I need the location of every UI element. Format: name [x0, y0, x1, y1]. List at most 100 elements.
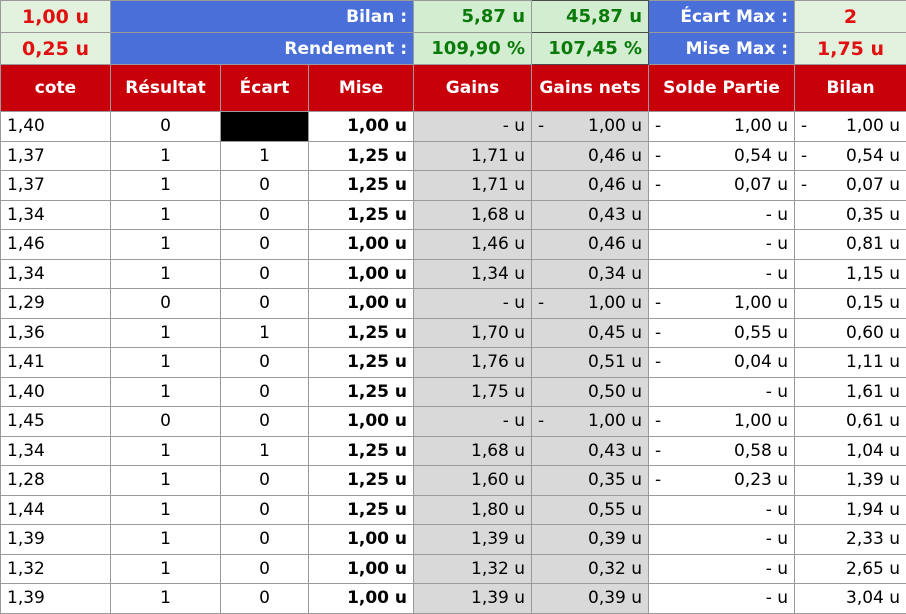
cell-mise[interactable]: 1,00 u: [307, 583, 415, 614]
cell-ecart[interactable]: 0: [220, 170, 309, 201]
cell-solde-partie[interactable]: - 0,54 u: [648, 140, 796, 171]
cell-gains-nets[interactable]: 0,55 u: [531, 494, 650, 525]
cell-cote[interactable]: 1,34: [0, 258, 111, 289]
cell-ecart[interactable]: 0: [220, 524, 309, 555]
cell-gains[interactable]: 1,68 u: [413, 435, 533, 466]
cell-cote[interactable]: 1,44: [0, 494, 111, 525]
cell-gains[interactable]: 1,39 u: [413, 583, 533, 614]
cell-ecart[interactable]: 0: [220, 288, 309, 319]
cell-solde-partie[interactable]: - 1,00 u: [648, 406, 796, 437]
summary-increment[interactable]: 0,25 u: [0, 32, 111, 65]
cell-resultat[interactable]: 1: [110, 170, 221, 201]
cell-gains-nets[interactable]: 0,45 u: [531, 317, 650, 348]
cell-solde-partie[interactable]: - 0,23 u: [648, 465, 796, 496]
cell-ecart[interactable]: 1: [220, 317, 309, 348]
cell-gains-nets[interactable]: 0,43 u: [531, 435, 650, 466]
cell-solde-partie[interactable]: - u: [648, 494, 796, 525]
cell-mise[interactable]: 1,25 u: [307, 465, 415, 496]
cell-mise[interactable]: 1,00 u: [307, 288, 415, 319]
cell-mise[interactable]: 1,25 u: [307, 494, 415, 525]
cell-resultat[interactable]: 1: [110, 465, 221, 496]
cell-resultat[interactable]: 1: [110, 583, 221, 614]
cell-bilan[interactable]: 2,33 u: [794, 524, 906, 555]
cell-cote[interactable]: 1,36: [0, 317, 111, 348]
cell-bilan[interactable]: 0,81 u: [794, 229, 906, 260]
cell-ecart[interactable]: 0: [220, 229, 309, 260]
cell-solde-partie[interactable]: - 1,00 u: [648, 288, 796, 319]
cell-cote[interactable]: 1,45: [0, 406, 111, 437]
cell-resultat[interactable]: 1: [110, 435, 221, 466]
cell-mise[interactable]: 1,25 u: [307, 435, 415, 466]
cell-bilan[interactable]: - 0,07 u: [794, 170, 906, 201]
cell-ecart[interactable]: 0: [220, 199, 309, 230]
cell-gains[interactable]: 1,71 u: [413, 140, 533, 171]
cell-cote[interactable]: 1,40: [0, 111, 111, 142]
cell-gains-nets[interactable]: 0,46 u: [531, 170, 650, 201]
cell-cote[interactable]: 1,32: [0, 553, 111, 584]
cell-cote[interactable]: 1,37: [0, 140, 111, 171]
cell-resultat[interactable]: 1: [110, 229, 221, 260]
cell-ecart[interactable]: 0: [220, 553, 309, 584]
cell-resultat[interactable]: 0: [110, 406, 221, 437]
cell-gains-nets[interactable]: 0,43 u: [531, 199, 650, 230]
cell-bilan[interactable]: 1,04 u: [794, 435, 906, 466]
cell-solde-partie[interactable]: - u: [648, 583, 796, 614]
cell-gains[interactable]: 1,76 u: [413, 347, 533, 378]
cell-gains[interactable]: 1,70 u: [413, 317, 533, 348]
cell-gains-nets[interactable]: - 1,00 u: [531, 406, 650, 437]
header-solde-partie[interactable]: Solde Partie: [648, 64, 796, 112]
bilan-value-2[interactable]: 45,87 u: [531, 0, 650, 33]
cell-cote[interactable]: 1,39: [0, 583, 111, 614]
cell-mise[interactable]: 1,00 u: [307, 553, 415, 584]
cell-mise[interactable]: 1,25 u: [307, 317, 415, 348]
header-resultat[interactable]: Résultat: [110, 64, 221, 112]
cell-solde-partie[interactable]: - u: [648, 199, 796, 230]
cell-cote[interactable]: 1,39: [0, 524, 111, 555]
cell-mise[interactable]: 1,25 u: [307, 376, 415, 407]
cell-ecart[interactable]: 1: [220, 140, 309, 171]
cell-gains[interactable]: 1,60 u: [413, 465, 533, 496]
cell-mise[interactable]: 1,00 u: [307, 406, 415, 437]
cell-resultat[interactable]: 1: [110, 317, 221, 348]
cell-gains[interactable]: - u: [413, 406, 533, 437]
cell-bilan[interactable]: 0,35 u: [794, 199, 906, 230]
cell-cote[interactable]: 1,34: [0, 199, 111, 230]
cell-solde-partie[interactable]: - 0,55 u: [648, 317, 796, 348]
cell-resultat[interactable]: 1: [110, 494, 221, 525]
cell-ecart[interactable]: 0: [220, 465, 309, 496]
cell-resultat[interactable]: 1: [110, 140, 221, 171]
rendement-value-2[interactable]: 107,45 %: [531, 32, 650, 65]
header-bilan[interactable]: Bilan: [794, 64, 906, 112]
cell-cote[interactable]: 1,40: [0, 376, 111, 407]
cell-gains[interactable]: - u: [413, 288, 533, 319]
cell-gains[interactable]: 1,34 u: [413, 258, 533, 289]
cell-bilan[interactable]: 1,11 u: [794, 347, 906, 378]
cell-mise[interactable]: 1,25 u: [307, 170, 415, 201]
cell-cote[interactable]: 1,46: [0, 229, 111, 260]
cell-cote[interactable]: 1,37: [0, 170, 111, 201]
cell-bilan[interactable]: - 1,00 u: [794, 111, 906, 142]
cell-ecart[interactable]: [220, 111, 309, 142]
cell-resultat[interactable]: 1: [110, 524, 221, 555]
cell-gains-nets[interactable]: 0,51 u: [531, 347, 650, 378]
cell-gains-nets[interactable]: 0,35 u: [531, 465, 650, 496]
header-ecart[interactable]: Écart: [220, 64, 309, 112]
mise-max-value[interactable]: 1,75 u: [794, 32, 906, 65]
cell-cote[interactable]: 1,29: [0, 288, 111, 319]
cell-resultat[interactable]: 1: [110, 258, 221, 289]
cell-solde-partie[interactable]: - u: [648, 524, 796, 555]
cell-ecart[interactable]: 0: [220, 494, 309, 525]
cell-gains[interactable]: 1,80 u: [413, 494, 533, 525]
header-gains[interactable]: Gains: [413, 64, 533, 112]
cell-gains-nets[interactable]: 0,34 u: [531, 258, 650, 289]
cell-bilan[interactable]: 1,61 u: [794, 376, 906, 407]
cell-bilan[interactable]: 0,61 u: [794, 406, 906, 437]
cell-ecart[interactable]: 0: [220, 258, 309, 289]
cell-ecart[interactable]: 1: [220, 435, 309, 466]
cell-gains[interactable]: 1,46 u: [413, 229, 533, 260]
cell-ecart[interactable]: 0: [220, 376, 309, 407]
rendement-value-1[interactable]: 109,90 %: [413, 32, 533, 65]
cell-solde-partie[interactable]: - 0,04 u: [648, 347, 796, 378]
cell-gains[interactable]: 1,32 u: [413, 553, 533, 584]
header-cote[interactable]: cote: [0, 64, 111, 112]
